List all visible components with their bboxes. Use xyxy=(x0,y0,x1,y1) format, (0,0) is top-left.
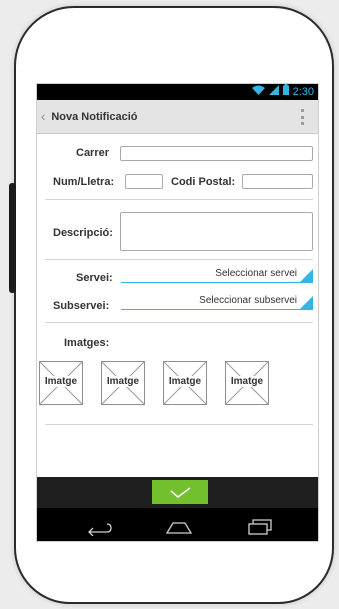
image-placeholder-label: Imatge xyxy=(105,376,141,387)
codi-postal-label: Codi Postal: xyxy=(171,176,236,188)
device-screen: 2:30 ‹ Nova Notificació Carrer Num/Lletr… xyxy=(36,83,319,542)
phone-side-button xyxy=(9,183,16,293)
carrer-label: Carrer xyxy=(76,147,110,159)
chevron-left-icon[interactable]: ‹ xyxy=(41,109,45,124)
subservei-label: Subservei: xyxy=(53,300,110,312)
servei-selected: Seleccionar servei xyxy=(215,268,297,279)
image-placeholder[interactable]: Imatge xyxy=(163,361,207,405)
dropdown-corner-icon xyxy=(300,269,313,282)
image-placeholder[interactable]: Imatge xyxy=(101,361,145,405)
signal-icon xyxy=(268,84,279,100)
num-lletra-label: Num/Lletra: xyxy=(53,176,115,188)
action-bar: ‹ Nova Notificació xyxy=(37,100,318,134)
image-placeholder[interactable]: Imatge xyxy=(39,361,83,405)
image-placeholder-label: Imatge xyxy=(167,376,203,387)
imatges-label: Imatges: xyxy=(64,337,110,349)
confirm-button[interactable] xyxy=(152,480,208,504)
status-time: 2:30 xyxy=(292,86,314,98)
descripcio-input[interactable] xyxy=(120,212,313,251)
subservei-selected: Seleccionar subservei xyxy=(199,295,297,306)
battery-icon xyxy=(282,84,289,100)
back-icon[interactable] xyxy=(83,516,115,537)
overflow-menu-icon[interactable] xyxy=(301,109,305,125)
servei-dropdown[interactable]: Seleccionar servei xyxy=(121,267,313,283)
servei-label: Servei: xyxy=(76,272,113,284)
codi-postal-input[interactable] xyxy=(242,174,313,189)
divider xyxy=(45,322,313,323)
image-placeholder-label: Imatge xyxy=(229,376,265,387)
bottom-action-bar xyxy=(37,477,318,508)
carrer-input[interactable] xyxy=(120,146,313,161)
divider xyxy=(45,199,313,200)
system-nav-bar xyxy=(37,508,318,541)
image-placeholder[interactable]: Imatge xyxy=(225,361,269,405)
num-lletra-input[interactable] xyxy=(125,174,163,189)
page-title: Nova Notificació xyxy=(51,110,138,123)
status-bar: 2:30 xyxy=(37,84,318,100)
divider xyxy=(45,424,313,425)
divider xyxy=(45,259,313,260)
checkmark-icon xyxy=(170,487,191,499)
home-icon[interactable] xyxy=(163,516,195,536)
recent-apps-icon[interactable] xyxy=(243,516,275,536)
wifi-icon xyxy=(251,84,265,100)
image-placeholder-label: Imatge xyxy=(43,376,79,387)
dropdown-corner-icon xyxy=(300,296,313,309)
subservei-dropdown[interactable]: Seleccionar subservei xyxy=(121,294,313,310)
descripcio-label: Descripció: xyxy=(53,227,113,239)
